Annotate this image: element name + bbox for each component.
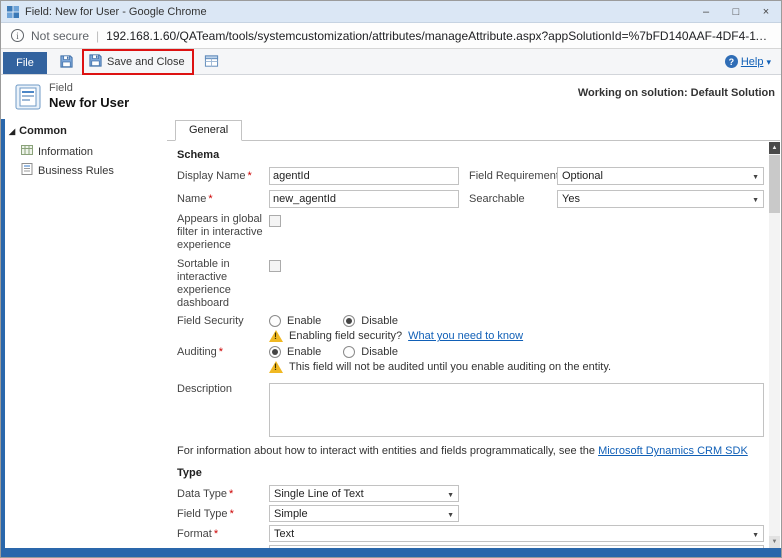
navigation-sidebar: Common Information Business Rules <box>5 119 165 548</box>
sidebar-item-label: Information <box>38 146 93 158</box>
dropdown-arrow-icon <box>752 528 759 540</box>
url-separator: | <box>96 29 99 43</box>
save-and-close-button[interactable]: Save and Close <box>86 52 190 72</box>
business-rules-icon <box>21 163 33 178</box>
close-icon[interactable]: × <box>751 1 781 22</box>
sidebar-item-information[interactable]: Information <box>5 142 165 161</box>
sortable-checkbox[interactable] <box>269 260 281 272</box>
security-status[interactable]: Not secure <box>31 29 89 43</box>
annotation-highlight-box: Save and Close <box>82 49 194 75</box>
name-input[interactable] <box>269 190 459 208</box>
header-titles: Field New for User <box>49 82 129 110</box>
searchable-label: Searchable <box>469 193 557 205</box>
vertical-scrollbar[interactable] <box>769 142 780 548</box>
data-type-select[interactable]: Single Line of Text <box>269 485 459 502</box>
form-content: Schema Display Name* Field Requirement* … <box>167 140 780 548</box>
field-requirement-select[interactable]: Optional <box>557 167 764 185</box>
type-heading: Type <box>177 467 764 479</box>
display-name-label: Display Name* <box>177 170 269 182</box>
url-text[interactable]: 192.168.1.60/QATeam/tools/systemcustomiz… <box>106 29 771 43</box>
description-textarea[interactable] <box>269 383 764 437</box>
field-security-link[interactable]: What you need to know <box>408 330 523 342</box>
sortable-label: Sortable in interactive experience dashb… <box>177 258 269 311</box>
page-header: Field New for User Working on solution: … <box>1 75 781 119</box>
format-label: Format* <box>177 528 269 540</box>
sdk-link[interactable]: Microsoft Dynamics CRM SDK <box>598 445 748 457</box>
schema-heading: Schema <box>177 149 764 161</box>
title-bar: Field: New for User - Google Chrome – □ … <box>1 1 781 23</box>
maximize-icon[interactable]: □ <box>721 1 751 22</box>
info-icon[interactable] <box>11 29 24 42</box>
field-requirement-label: Field Requirement* <box>469 170 557 182</box>
auditing-label: Auditing* <box>177 346 269 358</box>
browser-window: Field: New for User - Google Chrome – □ … <box>0 0 782 558</box>
main-panel: General Schema Display Name* Field Requi… <box>167 119 780 548</box>
sidebar-item-business-rules[interactable]: Business Rules <box>5 161 165 180</box>
nav-group-common[interactable]: Common <box>5 119 165 142</box>
help-label: Help <box>741 56 764 68</box>
field-type-select[interactable]: Simple <box>269 505 459 522</box>
name-label: Name* <box>177 193 269 205</box>
window-controls: – □ × <box>691 1 781 22</box>
field-security-label: Field Security <box>177 315 269 327</box>
auditing-disable-radio[interactable] <box>343 346 355 358</box>
scrollbar-thumb[interactable] <box>769 155 780 213</box>
field-icon <box>15 84 41 115</box>
searchable-select[interactable]: Yes <box>557 190 764 208</box>
format-select[interactable]: Text <box>269 525 764 542</box>
dropdown-arrow-icon <box>752 170 759 182</box>
form-grid-icon[interactable] <box>200 54 223 69</box>
file-button[interactable]: File <box>3 52 47 74</box>
save-and-close-icon <box>88 53 103 71</box>
tab-general[interactable]: General <box>175 120 242 141</box>
auditing-enable-radio[interactable] <box>269 346 281 358</box>
field-type-label: Field Type* <box>177 508 269 520</box>
chevron-down-icon <box>766 56 771 68</box>
minimize-icon[interactable]: – <box>691 1 721 22</box>
scrollbar-down-icon[interactable] <box>769 536 780 548</box>
help-icon <box>725 55 738 68</box>
sdk-note: For information about how to interact wi… <box>177 445 764 457</box>
dropdown-arrow-icon <box>447 508 454 520</box>
window-title: Field: New for User - Google Chrome <box>25 6 207 18</box>
maximum-length-input[interactable] <box>269 545 764 548</box>
auditing-note: This field will not be audited until you… <box>289 361 611 373</box>
description-label: Description <box>177 383 269 395</box>
field-security-disable-radio[interactable] <box>343 315 355 327</box>
sidebar-item-label: Business Rules <box>38 165 114 177</box>
field-security-enable-radio[interactable] <box>269 315 281 327</box>
entity-type-label: Field <box>49 82 129 94</box>
expand-triangle-icon <box>9 125 15 137</box>
working-on-solution: Working on solution: Default Solution <box>578 87 775 99</box>
dropdown-arrow-icon <box>752 193 759 205</box>
dropdown-arrow-icon <box>447 488 454 500</box>
information-icon <box>21 144 33 159</box>
page-title: New for User <box>49 95 129 110</box>
auditing-disable-label: Disable <box>361 346 398 358</box>
field-security-enable-label: Enable <box>287 315 321 327</box>
save-icon[interactable] <box>55 54 78 69</box>
field-security-note: Enabling field security? <box>289 330 402 342</box>
warning-icon <box>269 361 283 373</box>
help-menu[interactable]: Help <box>725 55 771 68</box>
save-and-close-label: Save and Close <box>107 56 185 68</box>
display-name-input[interactable] <box>269 167 459 185</box>
auditing-enable-label: Enable <box>287 346 321 358</box>
global-filter-label: Appears in global filter in interactive … <box>177 213 269 253</box>
tab-row: General <box>167 119 780 140</box>
field-security-disable-label: Disable <box>361 315 398 327</box>
global-filter-checkbox[interactable] <box>269 215 281 227</box>
app-icon <box>7 6 19 18</box>
bottom-frame-accent <box>1 548 781 557</box>
warning-icon <box>269 330 283 342</box>
ribbon-toolbar: File Save and Close Help <box>1 49 781 75</box>
nav-group-label: Common <box>19 125 67 137</box>
data-type-label: Data Type* <box>177 488 269 500</box>
address-bar[interactable]: Not secure | 192.168.1.60/QATeam/tools/s… <box>1 23 781 49</box>
scrollbar-up-icon[interactable] <box>769 142 780 154</box>
